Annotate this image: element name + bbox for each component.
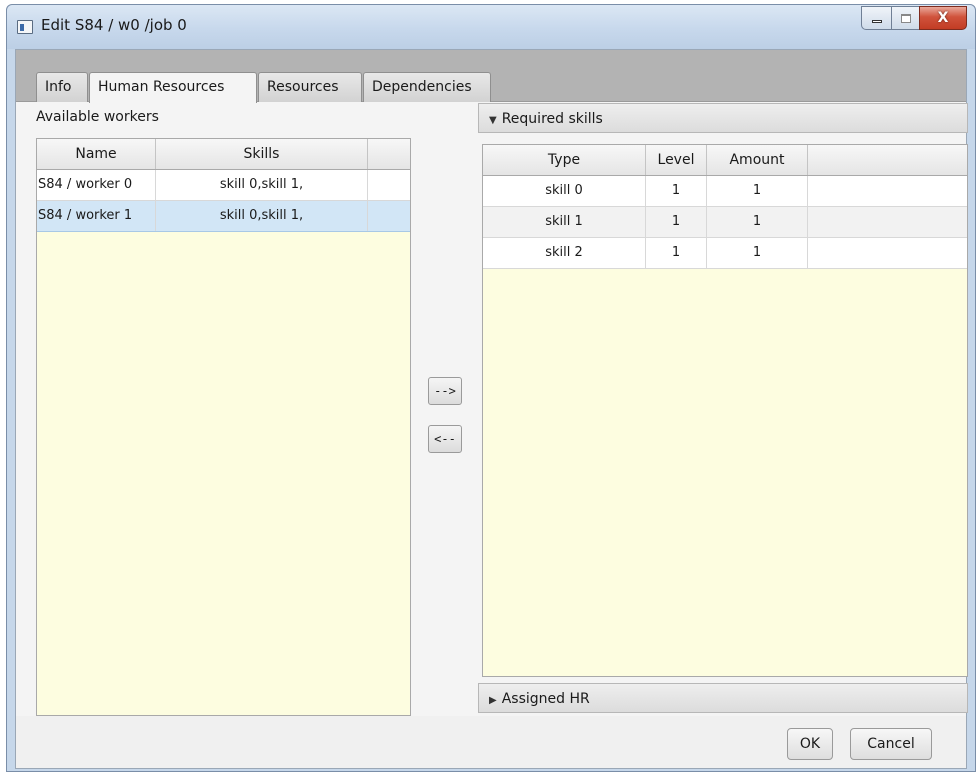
dialog-window: Edit S84 / w0 /job 0 X Info Human Resour… [6, 4, 976, 772]
table-row[interactable]: S84 / worker 0 skill 0,skill 1, [37, 170, 410, 201]
skill-type-cell: skill 0 [483, 176, 646, 206]
ok-button[interactable]: OK [787, 728, 833, 760]
close-button[interactable]: X [919, 6, 967, 30]
tab-dependencies[interactable]: Dependencies [363, 72, 491, 102]
column-header-type[interactable]: Type [483, 145, 646, 175]
column-header-filler [368, 139, 410, 169]
minimize-button[interactable] [861, 6, 891, 30]
assigned-hr-title: Assigned HR [501, 691, 590, 707]
maximize-icon [900, 13, 911, 23]
available-workers-label: Available workers [36, 109, 159, 125]
required-skills-table[interactable]: Type Level Amount skill 0 1 1 skill 1 1 … [482, 144, 968, 677]
close-icon: X [937, 10, 949, 26]
dialog-content: Info Human Resources Resources Dependenc… [15, 49, 968, 769]
cancel-button[interactable]: Cancel [850, 728, 932, 760]
minimize-icon [871, 19, 882, 23]
skills-table-header: Type Level Amount [483, 145, 967, 176]
title-bar[interactable]: Edit S84 / w0 /job 0 X [7, 5, 975, 49]
assigned-hr-header[interactable]: ▶ Assigned HR [478, 683, 968, 713]
table-row[interactable]: skill 2 1 1 [483, 238, 967, 269]
table-row[interactable]: skill 1 1 1 [483, 207, 967, 238]
app-window-icon [17, 20, 33, 34]
maximize-button[interactable] [891, 6, 919, 30]
workers-table-header: Name Skills [37, 139, 410, 170]
table-row[interactable]: skill 0 1 1 [483, 176, 967, 207]
required-skills-title: Required skills [501, 111, 603, 127]
table-row[interactable]: S84 / worker 1 skill 0,skill 1, [37, 201, 410, 232]
skill-amount-cell: 1 [707, 176, 808, 206]
column-header-skills[interactable]: Skills [156, 139, 368, 169]
skill-level-cell: 1 [646, 176, 707, 206]
column-header-amount[interactable]: Amount [707, 145, 808, 175]
skill-amount-cell: 1 [707, 207, 808, 237]
worker-skills-cell: skill 0,skill 1, [156, 170, 368, 200]
triangle-right-icon: ▶ [489, 695, 497, 706]
caption-buttons: X [861, 6, 967, 30]
tab-info[interactable]: Info [36, 72, 88, 102]
tab-bar: Info Human Resources Resources Dependenc… [16, 50, 966, 103]
worker-name-cell: S84 / worker 0 [37, 170, 156, 200]
worker-name-cell: S84 / worker 1 [37, 201, 156, 231]
tab-human-resources[interactable]: Human Resources [89, 72, 257, 103]
window-title: Edit S84 / w0 /job 0 [41, 16, 187, 34]
unassign-worker-button[interactable]: <-- [428, 425, 462, 453]
assign-worker-button[interactable]: --> [428, 377, 462, 405]
available-workers-table[interactable]: Name Skills S84 / worker 0 skill 0,skill… [36, 138, 411, 716]
required-skills-header[interactable]: ▼ Required skills [478, 103, 968, 133]
triangle-down-icon: ▼ [489, 115, 497, 126]
column-header-name[interactable]: Name [37, 139, 156, 169]
dialog-footer: OK Cancel [16, 716, 966, 768]
worker-skills-cell: skill 0,skill 1, [156, 201, 368, 231]
skill-amount-cell: 1 [707, 238, 808, 268]
skill-level-cell: 1 [646, 238, 707, 268]
skill-type-cell: skill 2 [483, 238, 646, 268]
skill-type-cell: skill 1 [483, 207, 646, 237]
column-header-filler [808, 145, 967, 175]
column-header-level[interactable]: Level [646, 145, 707, 175]
skill-level-cell: 1 [646, 207, 707, 237]
tab-resources[interactable]: Resources [258, 72, 362, 102]
